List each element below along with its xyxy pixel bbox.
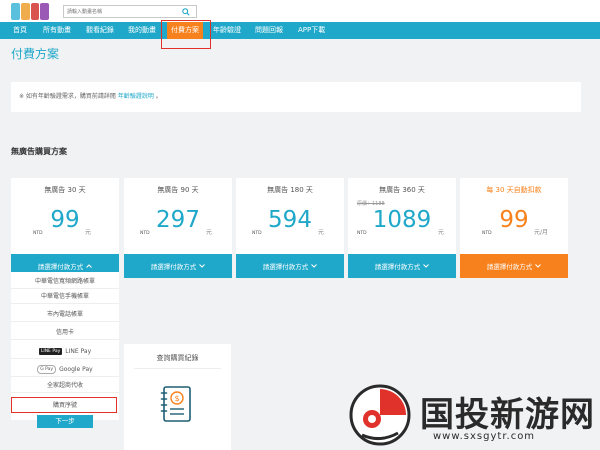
- line-pay-icon: LINE Pay: [38, 348, 63, 355]
- logo-block: [11, 3, 20, 20]
- payment-option-label: Google Pay: [59, 366, 93, 373]
- plan-name: 無廣告 90 天: [157, 186, 199, 194]
- svg-text:$: $: [174, 394, 179, 403]
- plan-name: 無廣告 30 天: [44, 186, 86, 194]
- search-input[interactable]: [64, 6, 180, 17]
- plan-original-price: 原價：1188: [357, 201, 385, 207]
- plan-price: 594: [268, 207, 312, 233]
- payment-option[interactable]: 中華電信寬頻網路帳單: [11, 274, 119, 289]
- plan-name: 每 30 天自動扣款: [486, 186, 542, 194]
- chevron-down-icon: [199, 262, 206, 270]
- payment-method-dropdown: 中華電信寬頻網路帳單 中華電信手機帳單 市內電話帳單 信用卡 LINE Pay L…: [11, 272, 119, 420]
- payment-option-google-pay[interactable]: G Pay Google Pay: [11, 362, 119, 377]
- payment-select-label: 請選擇付款方式: [150, 263, 197, 271]
- google-pay-icon: G Pay: [37, 365, 57, 374]
- plan-card-monthly[interactable]: 每 30 天自動扣款 99 NTD 元/月: [460, 178, 568, 254]
- plan-unit: 元: [438, 229, 445, 236]
- nav-home[interactable]: 首頁: [13, 22, 27, 39]
- search-box: [63, 5, 197, 18]
- main-nav: 首頁 所有動畫 觀看紀錄 我的動畫 付費方案 年齡驗證 問題回報 APP下載: [0, 22, 600, 39]
- plan-price: 99: [50, 207, 80, 233]
- plan-card-180[interactable]: 無廣告 180 天 594 NTD 元: [236, 178, 344, 254]
- payment-option[interactable]: 市內電話帳單: [11, 307, 119, 322]
- payment-select-button[interactable]: 請選擇付款方式: [460, 254, 568, 278]
- watermark-url: www.sxsgytr.com: [433, 431, 536, 442]
- payment-select-label: 請選擇付款方式: [37, 263, 84, 271]
- plan-currency: NTD: [33, 231, 43, 236]
- plan-unit: 元: [206, 229, 213, 236]
- payment-select-button[interactable]: 請選擇付款方式: [236, 254, 344, 278]
- nav-app-download[interactable]: APP下載: [298, 22, 325, 39]
- age-verification-link[interactable]: 年齡驗證說明: [118, 93, 154, 100]
- payment-option-label: LINE Pay: [65, 348, 92, 355]
- payment-select-button[interactable]: 請選擇付款方式: [348, 254, 456, 278]
- chevron-up-icon: [86, 262, 93, 270]
- nav-report-issue[interactable]: 問題回報: [255, 22, 283, 39]
- nav-age-verification[interactable]: 年齡驗證: [213, 22, 241, 39]
- plan-unit: 元: [318, 229, 325, 236]
- chevron-down-icon: [311, 262, 318, 270]
- plan-currency: NTD: [140, 231, 150, 236]
- record-title: 查詢購買紀錄: [156, 354, 199, 362]
- age-notice: ※ 如有年齡驗證需求，購買前請詳閱 年齡驗證說明 。: [11, 82, 581, 112]
- top-header: [0, 0, 600, 22]
- plan-card-90[interactable]: 無廣告 90 天 297 NTD 元: [124, 178, 232, 254]
- plan-currency: NTD: [482, 231, 492, 236]
- chevron-down-icon: [423, 262, 430, 270]
- plan-price: 99: [499, 207, 529, 233]
- watermark-text: 国投新游网: [420, 395, 595, 435]
- plan-price: 297: [156, 207, 200, 233]
- plan-name: 無廣告 360 天: [379, 186, 425, 194]
- logo-block: [20, 3, 30, 20]
- plan-currency: NTD: [252, 231, 262, 236]
- plan-currency: NTD: [357, 231, 367, 236]
- page-title: 付費方案: [11, 47, 60, 61]
- nav-all-anime[interactable]: 所有動畫: [43, 22, 71, 39]
- plan-card-30[interactable]: 無廣告 30 天 99 NTD 元: [11, 178, 119, 254]
- next-step-button[interactable]: 下一步: [37, 415, 93, 428]
- payment-option[interactable]: 信用卡: [11, 325, 119, 340]
- payment-select-label: 請選擇付款方式: [486, 263, 533, 271]
- logo-block: [30, 3, 40, 20]
- nav-my-anime[interactable]: 我的動畫: [128, 22, 156, 39]
- payment-select-button[interactable]: 請選擇付款方式: [124, 254, 232, 278]
- plan-name: 無廣告 180 天: [267, 186, 313, 194]
- purchase-record-card[interactable]: 查詢購買紀錄 $: [124, 344, 231, 450]
- watermark-logo-icon: [348, 383, 412, 447]
- notice-text: ※ 如有年齡驗證需求，購買前請詳閱: [19, 93, 116, 100]
- nav-watch-history[interactable]: 觀看紀錄: [86, 22, 114, 39]
- payment-option[interactable]: 中華電信手機帳單: [11, 289, 119, 304]
- payment-option-serial[interactable]: 購買序號: [11, 398, 119, 413]
- nav-paid-plans[interactable]: 付費方案: [167, 22, 203, 39]
- divider: [134, 368, 221, 369]
- logo-block: [40, 3, 49, 20]
- payment-option-line-pay[interactable]: LINE Pay LINE Pay: [11, 344, 119, 359]
- payment-option[interactable]: 全家超商代收: [11, 378, 119, 393]
- section-title: 無廣告購買方案: [11, 147, 67, 156]
- plan-card-360[interactable]: 無廣告 360 天 原價：1188 1089 NTD 元: [348, 178, 456, 254]
- chevron-down-icon: [535, 262, 542, 270]
- plan-unit: 元: [85, 229, 92, 236]
- search-icon[interactable]: [180, 6, 192, 17]
- notice-text-end: 。: [155, 93, 162, 100]
- payment-select-label: 請選擇付款方式: [374, 263, 421, 271]
- receipt-dollar-icon: $: [160, 384, 194, 428]
- payment-select-label: 請選擇付款方式: [262, 263, 309, 271]
- plan-unit: 元/月: [534, 229, 549, 236]
- site-logo[interactable]: [11, 3, 49, 20]
